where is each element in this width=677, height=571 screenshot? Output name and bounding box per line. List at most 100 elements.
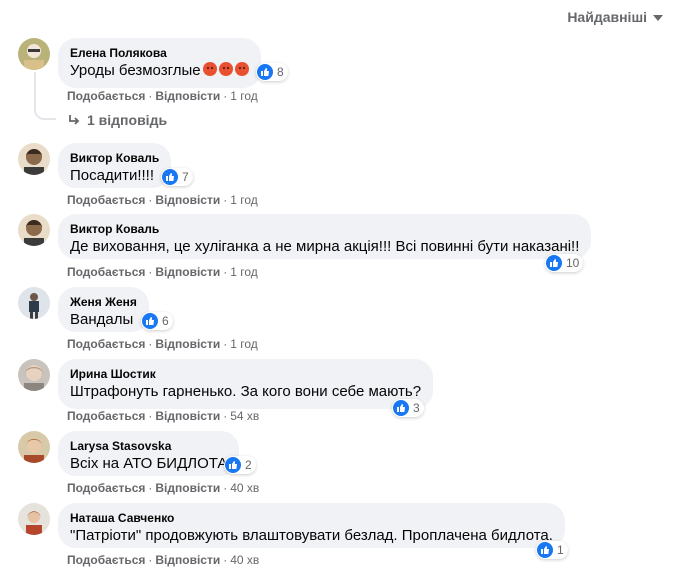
- comment-time[interactable]: 40 хв: [230, 481, 259, 495]
- like-link[interactable]: Подобається: [67, 409, 145, 423]
- comment-bubble: Женя Женя Вандалы: [58, 287, 149, 332]
- like-link[interactable]: Подобається: [67, 193, 145, 207]
- reply-link[interactable]: Відповісти: [155, 481, 220, 495]
- replies-label: 1 відповідь: [87, 112, 168, 128]
- comment-time[interactable]: 1 год: [230, 337, 258, 351]
- comment-bubble: Ирина Шостик Штрафонуть гарненько. За ко…: [58, 359, 434, 409]
- reply-link[interactable]: Відповісти: [155, 409, 220, 423]
- comment-time[interactable]: 1 год: [230, 193, 258, 207]
- comment-time[interactable]: 40 хв: [230, 553, 259, 567]
- avatar[interactable]: [18, 359, 50, 391]
- like-icon: [537, 542, 553, 558]
- reaction-count-value: 10: [566, 256, 580, 270]
- separator: ·: [148, 337, 153, 351]
- reaction-count[interactable]: 2: [224, 456, 256, 474]
- like-link[interactable]: Подобається: [67, 481, 145, 495]
- reply-link[interactable]: Відповісти: [155, 265, 220, 279]
- avatar[interactable]: [18, 287, 50, 319]
- reply-link[interactable]: Відповісти: [155, 193, 220, 207]
- comment-actions: Подобається · Відповісти · 1 год: [67, 265, 258, 279]
- separator: ·: [148, 193, 153, 207]
- comment-text: Штрафонуть гарненько. За кого вони себе …: [70, 383, 422, 400]
- separator: ·: [148, 553, 153, 567]
- like-icon: [225, 457, 241, 473]
- comment-text: Посадити!!!!: [70, 167, 155, 184]
- like-link[interactable]: Подобається: [67, 337, 145, 351]
- separator: ·: [223, 481, 228, 495]
- like-icon: [162, 169, 178, 185]
- like-icon: [257, 64, 273, 80]
- comment-bubble: Наташа Савченко "Патріоти" продовжують в…: [58, 503, 565, 548]
- separator: ·: [223, 337, 228, 351]
- separator: ·: [148, 89, 153, 103]
- comment-text: Всіх на АТО БИДЛОТА: [70, 455, 228, 472]
- avatar[interactable]: [18, 214, 50, 246]
- comment-time[interactable]: 54 хв: [230, 409, 259, 423]
- separator: ·: [223, 89, 228, 103]
- reaction-count-value: 6: [162, 314, 169, 328]
- comment-author[interactable]: Виктор Коваль: [70, 150, 159, 166]
- reaction-count-value: 1: [557, 543, 564, 557]
- comment-author[interactable]: Женя Женя: [70, 294, 137, 310]
- comment-bubble: Виктор Коваль Де виховання, це хуліганка…: [58, 214, 592, 259]
- reaction-count[interactable]: 6: [141, 312, 173, 330]
- comment-time[interactable]: 1 год: [230, 89, 258, 103]
- comment-text: Уроды безмозглые: [70, 61, 249, 81]
- comment-actions: Подобається · Відповісти · 40 хв: [67, 553, 259, 567]
- reply-link[interactable]: Відповісти: [155, 553, 220, 567]
- avatar[interactable]: [18, 503, 50, 535]
- sort-label: Найдавніші: [567, 9, 647, 25]
- reply-arrow-icon: [69, 115, 80, 125]
- like-link[interactable]: Подобається: [67, 553, 145, 567]
- reaction-count-value: 3: [413, 401, 420, 415]
- comment-author[interactable]: Елена Полякова: [70, 45, 249, 61]
- comment-text-body: Уроды безмозглые: [70, 62, 201, 79]
- like-icon: [393, 400, 409, 416]
- avatar[interactable]: [18, 38, 50, 70]
- reply-link[interactable]: Відповісти: [155, 337, 220, 351]
- sort-dropdown[interactable]: Найдавніші: [567, 9, 663, 25]
- comment-author[interactable]: Larysa Stasovska: [70, 438, 227, 454]
- separator: ·: [223, 409, 228, 423]
- separator: ·: [223, 265, 228, 279]
- reaction-count[interactable]: 10: [545, 254, 584, 272]
- comment-bubble: Елена Полякова Уроды безмозглые: [58, 38, 261, 88]
- like-icon: [546, 255, 562, 271]
- angry-emoji-icon: [202, 62, 217, 76]
- separator: ·: [148, 409, 153, 423]
- comment-text: Де виховання, це хуліганка а не мирна ак…: [70, 238, 580, 255]
- like-link[interactable]: Подобається: [67, 265, 145, 279]
- angry-emoji-icon: [218, 62, 233, 76]
- like-icon: [142, 313, 158, 329]
- comment-author[interactable]: Ирина Шостик: [70, 366, 421, 382]
- reaction-count[interactable]: 7: [161, 168, 193, 186]
- comment-text: "Патріоти" продовжують влаштовувати безл…: [70, 527, 553, 544]
- like-link[interactable]: Подобається: [67, 89, 145, 103]
- reaction-count[interactable]: 8: [256, 63, 288, 81]
- reply-link[interactable]: Відповісти: [155, 89, 220, 103]
- comment-actions: Подобається · Відповісти · 1 год: [67, 89, 258, 103]
- reaction-count[interactable]: 3: [392, 399, 424, 417]
- avatar[interactable]: [18, 431, 50, 463]
- comment-actions: Подобається · Відповісти · 1 год: [67, 193, 258, 207]
- view-replies-link[interactable]: 1 відповідь: [67, 112, 167, 128]
- comment-author[interactable]: Наташа Савченко: [70, 510, 553, 526]
- reaction-count-value: 7: [182, 170, 189, 184]
- comment-bubble: Виктор Коваль Посадити!!!!: [58, 143, 172, 188]
- avatar[interactable]: [18, 143, 50, 175]
- reply-thread-line: [34, 72, 56, 120]
- separator: ·: [223, 193, 228, 207]
- comment-bubble: Larysa Stasovska Всіх на АТО БИДЛОТА: [58, 431, 240, 476]
- comment-actions: Подобається · Відповісти · 40 хв: [67, 481, 259, 495]
- angry-emoji-icon: [234, 62, 249, 76]
- comment-actions: Подобається · Відповісти · 1 год: [67, 337, 258, 351]
- reaction-count-value: 8: [277, 65, 284, 79]
- separator: ·: [148, 265, 153, 279]
- comment-time[interactable]: 1 год: [230, 265, 258, 279]
- comment-author[interactable]: Виктор Коваль: [70, 221, 579, 237]
- chevron-down-icon: [653, 15, 663, 21]
- separator: ·: [223, 553, 228, 567]
- separator: ·: [148, 481, 153, 495]
- reaction-count[interactable]: 1: [536, 541, 568, 559]
- comment-actions: Подобається · Відповісти · 54 хв: [67, 409, 259, 423]
